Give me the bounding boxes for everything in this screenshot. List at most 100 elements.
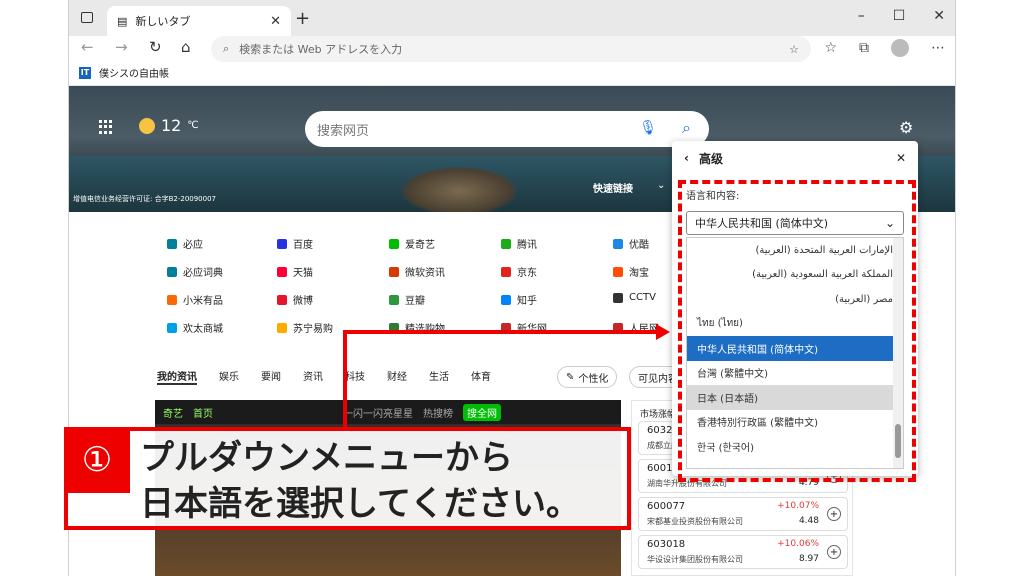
refresh-icon[interactable]: ↻ <box>149 38 162 56</box>
tab-favicon-icon: ▤ <box>117 14 128 28</box>
stock-row[interactable]: 603018 华设设计集团股份有限公司 +10.06% 8.97 + <box>638 535 848 569</box>
quick-link[interactable]: 爱奇艺 <box>389 236 435 251</box>
news-tab[interactable]: 科技 <box>345 368 365 385</box>
site-icon <box>167 322 177 333</box>
add-stock-icon[interactable]: + <box>827 507 841 521</box>
microphone-icon[interactable]: 🎙 <box>639 120 657 136</box>
quick-link[interactable]: 优酷 <box>613 236 649 251</box>
video-home[interactable]: 首页 <box>193 405 213 420</box>
web-search-box[interactable]: 搜索网页 🎙 ⌕ <box>305 111 709 147</box>
tab-new-tab[interactable]: ▤ 新しいタブ ✕ <box>107 6 291 36</box>
quick-link[interactable]: 淘宝 <box>613 264 649 279</box>
quick-link-label: 优酷 <box>629 240 649 251</box>
toolbar: ← → ↻ ⌂ ⌕ 検索または Web アドレスを入力 ☆ ☆ ⧉ ⋯ <box>69 36 955 62</box>
site-icon <box>613 292 623 303</box>
license-text: 增值电信业务经营许可证: 合字B2-20090007 <box>73 195 216 203</box>
news-tab[interactable]: 财经 <box>387 368 407 385</box>
quick-link[interactable]: 微软资讯 <box>389 264 445 279</box>
quick-link[interactable]: 天猫 <box>277 264 313 279</box>
tab-strip: ▤ 新しいタブ ✕ + – ☐ ✕ <box>69 0 955 36</box>
tab-title: 新しいタブ <box>135 15 191 28</box>
quick-link[interactable]: 微博 <box>277 292 313 307</box>
close-window-icon[interactable]: ✕ <box>933 8 945 24</box>
site-icon <box>389 238 399 249</box>
gear-icon[interactable]: ⚙ <box>899 118 913 137</box>
quick-link[interactable]: 知乎 <box>501 292 537 307</box>
quick-link-label: 必应 <box>183 240 203 251</box>
quick-links-label[interactable]: 快速链接 <box>593 180 633 195</box>
profile-avatar[interactable] <box>891 39 909 57</box>
quick-link[interactable]: 豆瓣 <box>389 292 425 307</box>
quick-link[interactable]: CCTV <box>613 292 656 303</box>
hero-binoculars <box>399 166 519 212</box>
favorite-link[interactable]: 僕シスの自由帳 <box>99 65 169 80</box>
stock-name: 宋都基业投资股份有限公司 <box>647 517 743 526</box>
site-icon <box>167 266 177 277</box>
minimize-icon[interactable]: – <box>858 8 865 24</box>
back-chevron-icon[interactable]: ‹ <box>684 151 689 165</box>
quick-link-label: 欢太商城 <box>183 324 223 335</box>
favorites-icon[interactable]: ☆ <box>824 40 837 56</box>
video-topbar: 奇艺 首页 一闪一闪亮星星 热搜榜 搜全网 <box>155 400 621 424</box>
add-stock-icon[interactable]: + <box>827 545 841 559</box>
quick-link[interactable]: 京东 <box>501 264 537 279</box>
maximize-icon[interactable]: ☐ <box>893 8 906 24</box>
quick-link-label: 必应词典 <box>183 268 223 279</box>
collections-icon[interactable]: ⧉ <box>859 40 869 56</box>
quick-link-label: 微软资讯 <box>405 268 445 279</box>
tab-actions-icon[interactable] <box>81 12 93 23</box>
step-number: ① <box>64 427 130 493</box>
quick-link-label: 苏宁易购 <box>293 324 333 335</box>
quick-link[interactable]: 腾讯 <box>501 236 537 251</box>
site-icon <box>389 266 399 277</box>
news-tab[interactable]: 娱乐 <box>219 368 239 385</box>
close-tab-icon[interactable]: ✕ <box>270 14 281 29</box>
more-icon[interactable]: ⋯ <box>931 40 945 56</box>
stock-price: 8.97 <box>798 554 819 564</box>
news-tab[interactable]: 我的资讯 <box>157 368 197 385</box>
quick-link[interactable]: 必应 <box>167 236 203 251</box>
stock-code: 603018 <box>647 539 686 550</box>
search-magnifier-icon[interactable]: ⌕ <box>682 118 691 138</box>
video-search-hint: 一闪一闪亮星星 <box>343 408 413 420</box>
apps-grid-icon[interactable] <box>99 120 113 134</box>
news-tab[interactable]: 资讯 <box>303 368 323 385</box>
address-bar[interactable]: ⌕ 検索または Web アドレスを入力 ☆ <box>211 36 811 62</box>
quick-link[interactable]: 百度 <box>277 236 313 251</box>
personalize-button[interactable]: ✎ 个性化 <box>557 366 618 388</box>
news-tab[interactable]: 体育 <box>471 368 491 385</box>
news-tabs: 我的资讯 娱乐 要闻 资讯 科技 财经 生活 体育 <box>157 368 513 385</box>
instruction-callout: ① プルダウンメニューから 日本語を選択してください。 <box>64 427 631 530</box>
toolbar-right: ☆ ⧉ ⋯ <box>824 39 945 57</box>
hot-search-label[interactable]: 热搜榜 <box>423 405 453 420</box>
quick-link[interactable]: 必应词典 <box>167 264 223 279</box>
site-icon <box>277 322 287 333</box>
settings-title: 高级 <box>698 151 723 166</box>
site-icon <box>501 266 511 277</box>
chevron-down-icon[interactable]: ⌄ <box>657 180 665 191</box>
search-all-button[interactable]: 搜全网 <box>463 403 501 421</box>
quick-link-label: 百度 <box>293 240 313 251</box>
site-icon <box>167 294 177 305</box>
quick-link[interactable]: 欢太商城 <box>167 320 223 335</box>
quick-link[interactable]: 苏宁易购 <box>277 320 333 335</box>
stock-row[interactable]: 600077 宋都基业投资股份有限公司 +10.07% 4.48 + <box>638 497 848 531</box>
new-tab-button[interactable]: + <box>295 8 310 29</box>
home-icon[interactable]: ⌂ <box>181 38 191 56</box>
news-tab[interactable]: 要闻 <box>261 368 281 385</box>
quick-link-label: 京东 <box>517 268 537 279</box>
news-tab[interactable]: 生活 <box>429 368 449 385</box>
site-icon <box>501 238 511 249</box>
quick-link-label: 天猫 <box>293 268 313 279</box>
site-icon <box>167 238 177 249</box>
stock-price: 4.48 <box>798 516 819 526</box>
site-icon <box>277 238 287 249</box>
back-icon[interactable]: ← <box>81 38 94 56</box>
pencil-icon: ✎ <box>566 371 575 383</box>
quick-link[interactable]: 小米有品 <box>167 292 223 307</box>
weather-widget[interactable]: 12 ℃ <box>139 116 199 135</box>
annotation-line-vertical <box>343 332 347 428</box>
close-panel-icon[interactable]: ✕ <box>896 151 906 165</box>
forward-icon[interactable]: → <box>115 38 128 56</box>
favorite-star-icon[interactable]: ☆ <box>789 43 799 56</box>
